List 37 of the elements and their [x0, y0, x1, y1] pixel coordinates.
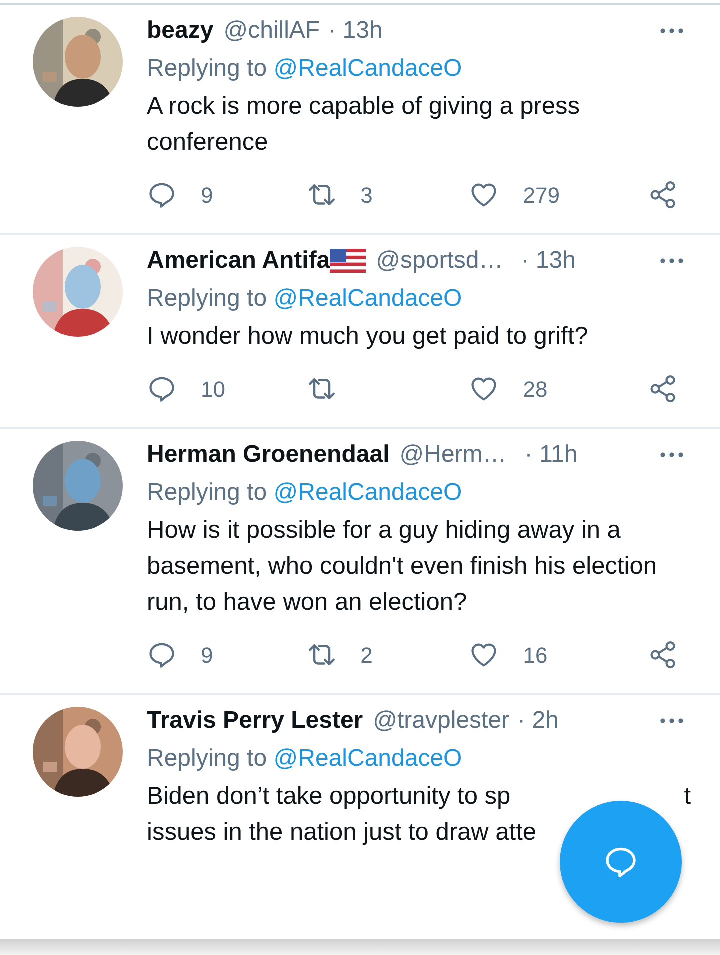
author-name[interactable]: Herman Groenendaal [147, 437, 390, 473]
action-count: 28 [523, 376, 548, 404]
mention-link[interactable]: @RealCandaceO [274, 745, 462, 772]
tweet-text: I wonder how much you get paid to grift? [147, 322, 590, 352]
author-name[interactable]: beazy [147, 13, 214, 49]
action-count: 2 [360, 642, 373, 670]
author-handle[interactable]: @Herm… [400, 437, 507, 473]
tweet-text: A rock is more capable of giving a press conference [147, 92, 582, 158]
author-handle[interactable]: @sportsd… [376, 243, 504, 279]
author-handle[interactable]: @chillAF [224, 13, 320, 49]
action-count: 10 [201, 376, 226, 404]
replying-label: Replying to [147, 285, 268, 312]
mention-link[interactable]: @RealCandaceO [274, 479, 462, 506]
tweet-text: How is it possible for a guy hiding away in a basement, who couldn't even finish his election run, to have won an election? [147, 516, 658, 618]
action-count: 16 [523, 642, 548, 670]
share-icon[interactable] [648, 374, 678, 404]
tweet-text: issues in the nation just to draw atte [147, 818, 536, 848]
tweet-time: · 11h [524, 440, 578, 470]
action-count: 9 [201, 182, 214, 210]
tweet-text: Biden don’t take opportunity to sp [147, 782, 511, 812]
author-name[interactable]: Travis Perry Lester [147, 703, 364, 739]
tweet-time: · 13h [328, 16, 383, 46]
replying-label: Replying to [147, 479, 268, 506]
author-handle[interactable]: @travplester [373, 703, 510, 739]
mention-link[interactable]: @RealCandaceO [274, 55, 462, 82]
action-count: 279 [523, 182, 560, 210]
tweet-time: · 13h [521, 246, 576, 276]
mention-link[interactable]: @RealCandaceO [274, 285, 462, 312]
replying-label: Replying to [147, 55, 268, 82]
author-name[interactable]: American Antifa [147, 243, 330, 279]
tweet-text: t [684, 782, 691, 812]
replying-label: Replying to [147, 745, 268, 772]
share-icon[interactable] [648, 180, 678, 210]
share-icon[interactable] [648, 640, 678, 670]
action-count: 9 [201, 642, 214, 670]
tweet-time: · 2h [518, 706, 559, 736]
action-count: 3 [360, 182, 373, 210]
